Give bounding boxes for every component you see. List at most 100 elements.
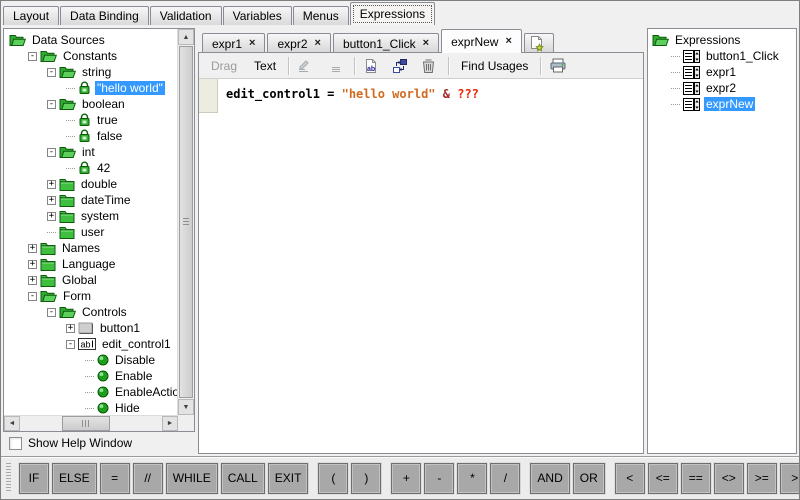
data-source-item-true[interactable]: true	[5, 112, 177, 128]
data-source-item-enableactiont[interactable]: EnableActionT	[5, 384, 177, 400]
operator-button-exit[interactable]: EXIT	[268, 463, 309, 494]
delete-button[interactable]	[420, 57, 441, 75]
drag-button[interactable]: Drag	[206, 57, 242, 75]
expand-icon[interactable]: +	[47, 180, 56, 189]
expression-item-button1-click[interactable]: button1_Click	[648, 48, 796, 64]
data-source-item-constants[interactable]: -Constants	[5, 48, 177, 64]
code-line[interactable]: edit_control1 = "hello world" & ???	[226, 87, 479, 101]
operator-button-greater[interactable]: >	[780, 463, 800, 494]
data-source-item-false[interactable]: false	[5, 128, 177, 144]
expand-icon[interactable]: +	[66, 324, 75, 333]
data-source-item-system[interactable]: +system	[5, 208, 177, 224]
data-source-item-edit-control1[interactable]: -abedit_control1	[5, 336, 177, 352]
tab-menus[interactable]: Menus	[293, 6, 349, 25]
data-source-item-boolean[interactable]: -boolean	[5, 96, 177, 112]
expression-item-expr2[interactable]: expr2	[648, 80, 796, 96]
data-source-item-double[interactable]: +double	[5, 176, 177, 192]
expression-tab-expr1[interactable]: expr1×	[202, 33, 265, 53]
collapse-icon[interactable]: -	[66, 340, 75, 349]
data-source-item-enable[interactable]: Enable	[5, 368, 177, 384]
print-button[interactable]	[548, 57, 572, 74]
operator-button-and[interactable]: AND	[530, 463, 569, 494]
scroll-right-icon[interactable]: ►	[162, 416, 178, 431]
expression-tab-expr2[interactable]: expr2×	[267, 33, 330, 53]
operator-button-comment[interactable]: //	[133, 463, 163, 494]
operator-button-if[interactable]: IF	[19, 463, 49, 494]
scroll-up-icon[interactable]: ▲	[178, 29, 194, 45]
expression-item-expressions[interactable]: Expressions	[648, 32, 796, 48]
expand-icon[interactable]: +	[28, 260, 37, 269]
collapse-icon[interactable]: -	[28, 52, 37, 61]
close-icon[interactable]: ×	[249, 39, 255, 48]
data-source-item-form[interactable]: -Form	[5, 288, 177, 304]
operator-button-less[interactable]: <	[615, 463, 645, 494]
operator-button-plus[interactable]: +	[391, 463, 421, 494]
horizontal-scrollbar[interactable]: ◄ ►	[4, 415, 178, 431]
expand-icon[interactable]: +	[28, 244, 37, 253]
operator-button-greater-equal[interactable]: >=	[747, 463, 777, 494]
data-source-item-names[interactable]: +Names	[5, 240, 177, 256]
tab-expressions[interactable]: Expressions	[350, 2, 435, 25]
new-expression-button[interactable]	[524, 33, 554, 53]
expression-item-expr1[interactable]: expr1	[648, 64, 796, 80]
show-help-checkbox[interactable]	[9, 437, 22, 450]
data-source-item-int[interactable]: -int	[5, 144, 177, 160]
operator-button-or[interactable]: OR	[573, 463, 605, 494]
operator-button-call[interactable]: CALL	[221, 463, 265, 494]
collapse-icon[interactable]: -	[28, 292, 37, 301]
data-source-item-hide[interactable]: Hide	[5, 400, 177, 414]
rename-button[interactable]: ab	[362, 57, 384, 75]
expression-tab-exprnew[interactable]: exprNew×	[441, 29, 522, 53]
data-source-item-disable[interactable]: Disable	[5, 352, 177, 368]
data-source-item-data-sources[interactable]: Data Sources	[5, 32, 177, 48]
close-icon[interactable]: ×	[505, 37, 511, 46]
collapse-icon[interactable]: -	[47, 100, 56, 109]
operator-button-assign[interactable]: =	[100, 463, 130, 494]
close-icon[interactable]: ×	[315, 39, 321, 48]
uncomment-button[interactable]	[325, 57, 347, 75]
operator-button-not-equal[interactable]: <>	[714, 463, 744, 494]
data-source-item-datetime[interactable]: +dateTime	[5, 192, 177, 208]
operator-button-close-paren[interactable]: )	[351, 463, 381, 494]
data-source-item-string[interactable]: -string	[5, 64, 177, 80]
collapse-icon[interactable]: -	[47, 148, 56, 157]
find-usages-button[interactable]: Find Usages	[456, 57, 533, 75]
data-source-item-language[interactable]: +Language	[5, 256, 177, 272]
operator-button-open-paren[interactable]: (	[318, 463, 348, 494]
toolbar-grip-icon[interactable]	[6, 463, 11, 493]
collapse-icon[interactable]: -	[47, 308, 56, 317]
operator-button-else[interactable]: ELSE	[52, 463, 97, 494]
expression-item-exprnew[interactable]: exprNew	[648, 96, 796, 112]
vertical-scrollbar-thumb[interactable]	[179, 46, 193, 398]
expression-tab-button1-click[interactable]: button1_Click×	[333, 33, 439, 53]
expand-icon[interactable]: +	[47, 212, 56, 221]
tab-variables[interactable]: Variables	[223, 6, 292, 25]
data-source-item-user[interactable]: user	[5, 224, 177, 240]
operator-button-divide[interactable]: /	[490, 463, 520, 494]
data-source-item-controls[interactable]: -Controls	[5, 304, 177, 320]
code-editor[interactable]: edit_control1 = "hello world" & ???	[199, 79, 643, 453]
data-source-item-hello-world[interactable]: "hello world"	[5, 80, 177, 96]
close-icon[interactable]: ×	[423, 39, 429, 48]
data-source-item-button1[interactable]: +button1	[5, 320, 177, 336]
collapse-icon[interactable]: -	[47, 68, 56, 77]
expand-icon[interactable]: +	[28, 276, 37, 285]
text-button[interactable]: Text	[249, 57, 281, 75]
scroll-left-icon[interactable]: ◄	[4, 416, 20, 431]
comment-button[interactable]	[296, 57, 318, 75]
operator-button-less-equal[interactable]: <=	[648, 463, 678, 494]
horizontal-scrollbar-thumb[interactable]	[62, 416, 110, 431]
operator-button-while[interactable]: WHILE	[166, 463, 218, 494]
tab-layout[interactable]: Layout	[3, 6, 59, 25]
tab-validation[interactable]: Validation	[150, 6, 222, 25]
tab-data-binding[interactable]: Data Binding	[60, 6, 149, 25]
replace-button[interactable]	[391, 57, 413, 75]
operator-button-multiply[interactable]: *	[457, 463, 487, 494]
operator-button-equals[interactable]: ==	[681, 463, 711, 494]
expand-icon[interactable]: +	[47, 196, 56, 205]
operator-button-minus[interactable]: -	[424, 463, 454, 494]
scroll-down-icon[interactable]: ▼	[178, 399, 194, 415]
data-source-item-global[interactable]: +Global	[5, 272, 177, 288]
vertical-scrollbar[interactable]: ▲ ▼	[177, 29, 194, 415]
data-source-item-42[interactable]: 42	[5, 160, 177, 176]
